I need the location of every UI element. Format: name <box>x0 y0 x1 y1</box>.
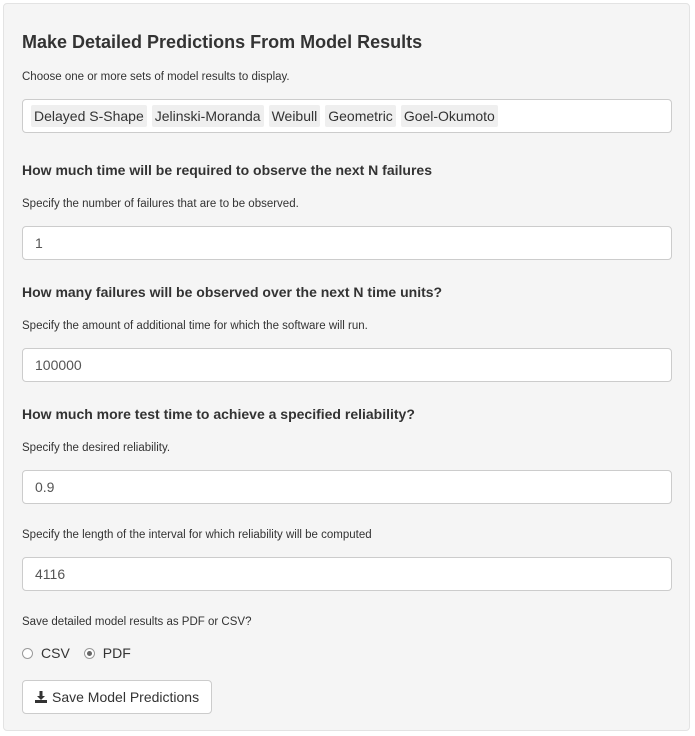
models-label: Choose one or more sets of model results… <box>22 71 290 83</box>
reliability-heading: How much more test time to achieve a spe… <box>22 406 415 422</box>
model-chip[interactable]: Goel-Okumoto <box>400 105 498 127</box>
additional-time-input[interactable]: 100000 <box>22 348 672 382</box>
failures-count-label: Specify the number of failures that are … <box>22 198 299 210</box>
radio-pdf[interactable] <box>83 647 95 659</box>
failures-count-input[interactable]: 1 <box>22 226 672 260</box>
download-icon <box>35 691 47 703</box>
reliability-input[interactable]: 0.9 <box>22 470 672 504</box>
additional-time-label: Specify the amount of additional time fo… <box>22 320 368 332</box>
radio-selected-dot <box>86 650 92 656</box>
model-chip[interactable]: Weibull <box>268 105 321 127</box>
save-predictions-button[interactable]: Save Model Predictions <box>22 680 213 714</box>
radio-csv-label[interactable]: CSV <box>41 645 70 661</box>
page-title: Make Detailed Predictions From Model Res… <box>22 32 423 52</box>
reliability-label: Specify the desired reliability. <box>22 442 171 454</box>
radio-csv[interactable] <box>22 647 33 659</box>
save-format-radio-group: CSV PDF <box>22 645 131 661</box>
model-chip[interactable]: Jelinski-Moranda <box>151 105 264 127</box>
failures-over-time-heading: How many failures will be observed over … <box>22 284 443 300</box>
radio-pdf-label[interactable]: PDF <box>103 645 131 661</box>
interval-label: Specify the length of the interval for w… <box>22 529 372 541</box>
predictions-panel: Make Detailed Predictions From Model Res… <box>3 3 690 731</box>
model-chip[interactable]: Geometric <box>325 105 396 127</box>
model-select-input[interactable]: Delayed S-Shape Jelinski-Moranda Weibull… <box>22 99 672 133</box>
save-predictions-label: Save Model Predictions <box>52 689 200 705</box>
time-to-failures-heading: How much time will be required to observ… <box>22 162 432 178</box>
save-format-label: Save detailed model results as PDF or CS… <box>22 616 252 628</box>
model-chip[interactable]: Delayed S-Shape <box>31 105 147 127</box>
interval-input[interactable]: 4116 <box>22 557 672 591</box>
